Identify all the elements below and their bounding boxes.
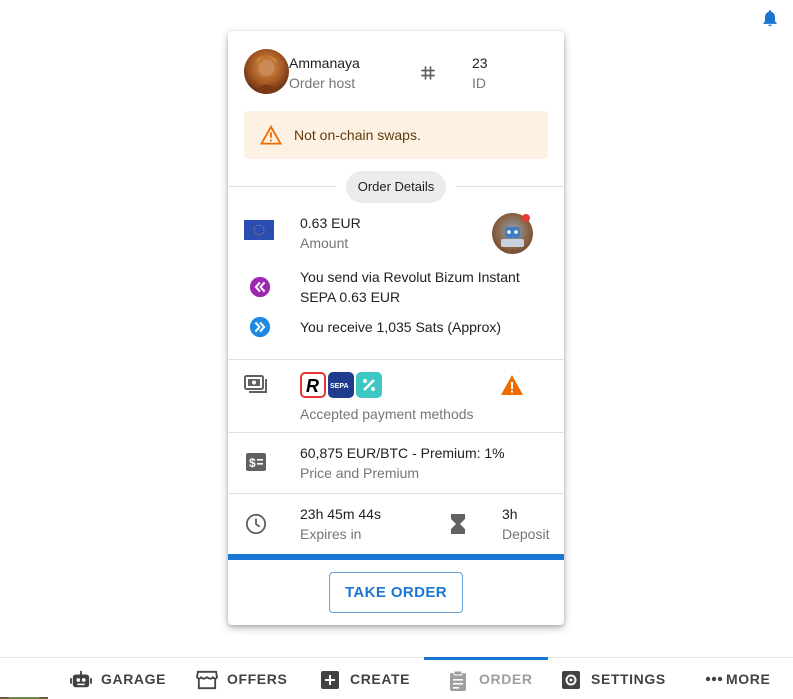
nav-create[interactable]: CREATE	[320, 658, 420, 698]
hash-icon	[421, 66, 435, 80]
expiry-progress-fill	[228, 554, 564, 560]
expiry-progress-bar	[228, 554, 564, 560]
eu-flag-icon	[244, 220, 274, 240]
order-details-chip: Order Details	[346, 171, 446, 203]
svg-text:SEPA: SEPA	[330, 383, 349, 390]
revolut-badge: R	[300, 372, 326, 398]
take-order-button[interactable]: TAKE ORDER	[329, 572, 463, 613]
nav-offers[interactable]: OFFERS	[196, 658, 296, 698]
deposit-value: 3h	[502, 506, 518, 522]
add-box-icon	[321, 671, 339, 689]
robot-icon	[70, 670, 92, 688]
nav-label-order: ORDER	[479, 671, 533, 687]
deposit-label: Deposit	[502, 526, 550, 542]
bottom-navigation: GARAGE OFFERS CREATE ORDER SETTINGS MORE	[0, 657, 793, 697]
storefront-icon	[196, 670, 218, 690]
expires-value: 23h 45m 44s	[300, 506, 381, 522]
payment-methods-label: Accepted payment methods	[300, 406, 474, 422]
nav-settings[interactable]: SETTINGS	[561, 658, 671, 698]
send-text-line1: You send via Revolut Bizum Instant	[300, 269, 520, 285]
amount-value: 0.63 EUR	[300, 215, 361, 231]
gear-icon	[562, 671, 580, 689]
svg-text:R: R	[306, 376, 319, 396]
price-icon: $	[246, 453, 266, 471]
price-value: 60,875 EUR/BTC - Premium: 1%	[300, 445, 505, 461]
nav-label-settings: SETTINGS	[591, 671, 666, 687]
host-name: Ammanaya	[289, 55, 360, 71]
nav-label-garage: GARAGE	[101, 671, 167, 687]
nav-label-offers: OFFERS	[227, 671, 288, 687]
warning-text: Not on-chain swaps.	[294, 127, 421, 143]
hourglass-icon	[451, 514, 465, 534]
svg-text:$: $	[249, 456, 256, 470]
nav-garage[interactable]: GARAGE	[68, 658, 168, 698]
order-id-label: ID	[472, 75, 486, 91]
online-status-dot	[522, 214, 530, 222]
clipboard-icon	[450, 670, 466, 691]
send-text-line2: SEPA 0.63 EUR	[300, 289, 401, 305]
receive-text: You receive 1,035 Sats (Approx)	[300, 319, 502, 335]
receive-arrows-icon	[249, 316, 271, 338]
clock-icon	[245, 513, 267, 535]
order-id-value: 23	[472, 55, 488, 71]
notification-bell-icon[interactable]	[760, 7, 780, 29]
warning-alert: Not on-chain swaps.	[244, 111, 548, 159]
order-card: Ammanaya Order host 23 ID Not on-chain s…	[228, 31, 564, 625]
nav-label-more: MORE	[726, 671, 771, 687]
warning-triangle-icon	[260, 125, 282, 145]
payment-warning-icon[interactable]	[500, 374, 524, 396]
sepa-badge: SEPA	[328, 372, 354, 398]
payments-icon	[244, 375, 267, 393]
nav-order[interactable]: ORDER	[448, 658, 548, 698]
bizum-badge	[356, 372, 382, 398]
expires-label: Expires in	[300, 526, 362, 542]
host-label: Order host	[289, 75, 356, 91]
send-arrows-icon	[249, 276, 271, 298]
price-label: Price and Premium	[300, 465, 420, 481]
nav-label-create: CREATE	[350, 671, 411, 687]
amount-label: Amount	[300, 235, 349, 251]
host-avatar	[244, 49, 289, 94]
more-horiz-icon	[705, 676, 723, 682]
nav-more[interactable]: MORE	[705, 658, 790, 698]
